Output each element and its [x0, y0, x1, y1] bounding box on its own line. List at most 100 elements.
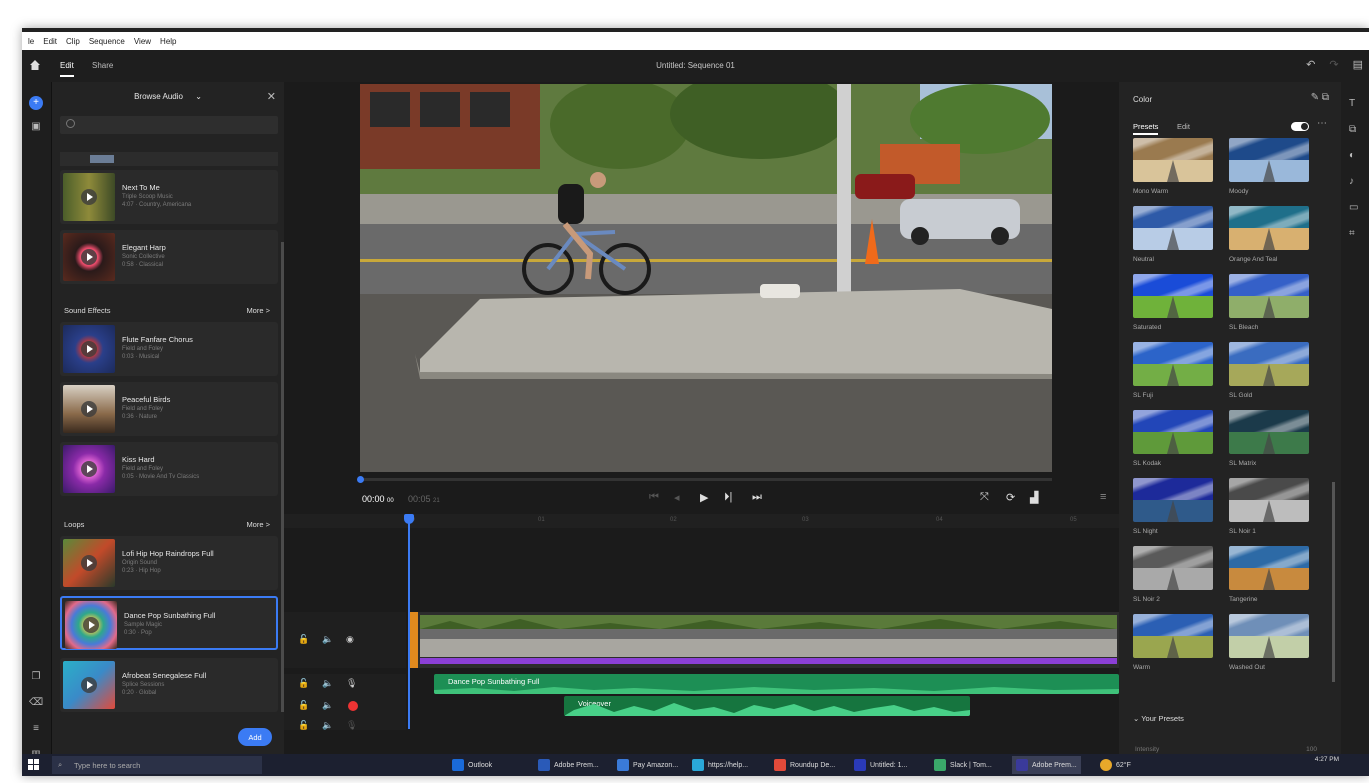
- media-library-icon[interactable]: ▣: [29, 120, 43, 134]
- taskbar-app[interactable]: https://help...: [692, 758, 748, 772]
- step-back-icon[interactable]: ◂: [674, 491, 680, 504]
- list-item[interactable]: Afrobeat Senegalese Full Splice Sessions…: [60, 658, 278, 712]
- play-icon[interactable]: [83, 617, 99, 633]
- play-icon[interactable]: [81, 249, 97, 265]
- menu-sequence[interactable]: Sequence: [89, 37, 125, 46]
- weather-widget[interactable]: 62°F: [1100, 758, 1131, 772]
- preset-thumbnail[interactable]: Washed Out: [1229, 614, 1309, 671]
- preset-thumbnail[interactable]: Tangerine: [1229, 546, 1309, 603]
- speaker-icon[interactable]: 🔈: [322, 678, 333, 689]
- jump-to-end-icon[interactable]: ⏭: [752, 491, 762, 504]
- menu-file[interactable]: le: [28, 37, 34, 46]
- taskbar-app[interactable]: Adobe Prem...: [1012, 756, 1081, 774]
- more-options-icon[interactable]: ⋯: [1317, 118, 1327, 129]
- fit-to-screen-icon[interactable]: ⤧: [980, 491, 989, 504]
- search-box[interactable]: [60, 116, 278, 134]
- panel-scrollbar[interactable]: [1332, 482, 1335, 682]
- playback-quality-icon[interactable]: ▟: [1030, 491, 1038, 504]
- list-item[interactable]: Peaceful Birds Field and Foley 0:36 · Nat…: [60, 382, 278, 436]
- tab-presets[interactable]: Presets: [1133, 122, 1159, 135]
- menu-view[interactable]: View: [134, 37, 151, 46]
- trash-icon[interactable]: ⌫: [29, 696, 43, 710]
- play-icon[interactable]: ▶: [700, 491, 708, 504]
- preset-thumbnail[interactable]: Neutral: [1133, 206, 1213, 263]
- lock-icon[interactable]: 🔓: [298, 700, 309, 711]
- taskbar-app[interactable]: Adobe Prem...: [538, 758, 599, 772]
- scrubber-handle[interactable]: [357, 476, 364, 483]
- track-height-icon[interactable]: ≡: [29, 722, 43, 736]
- transform-icon[interactable]: ▭: [1349, 202, 1358, 213]
- play-icon[interactable]: [81, 461, 97, 477]
- speaker-icon[interactable]: 🔈: [322, 700, 333, 711]
- lock-icon[interactable]: 🔓: [298, 634, 309, 645]
- layers-icon[interactable]: ❐: [29, 670, 43, 684]
- list-item[interactable]: Next To Me Triple Scoop Music 4:07 · Coun…: [60, 170, 278, 224]
- taskbar-app[interactable]: Untitled: 1...: [854, 758, 907, 772]
- playback-scrubber[interactable]: [357, 476, 1052, 483]
- lock-icon[interactable]: 🔓: [298, 678, 309, 689]
- speaker-icon[interactable]: 🔈: [322, 634, 333, 645]
- tab-edit[interactable]: Edit: [60, 61, 74, 77]
- color-icon[interactable]: ◐: [1349, 150, 1355, 161]
- play-icon[interactable]: [81, 401, 97, 417]
- program-monitor[interactable]: [360, 84, 1052, 472]
- preset-thumbnail[interactable]: SL Fuji: [1133, 342, 1213, 399]
- preset-thumbnail[interactable]: Warm: [1133, 614, 1213, 671]
- video-clip[interactable]: [408, 612, 1119, 668]
- taskbar-app[interactable]: Pay Amazon...: [617, 758, 678, 772]
- taskbar-clock[interactable]: 4:27 PM: [1315, 756, 1339, 764]
- taskbar-app[interactable]: Outlook: [452, 758, 492, 772]
- crop-icon[interactable]: ⌗: [1349, 228, 1355, 239]
- audio-clip-music[interactable]: Dance Pop Sunbathing Full: [434, 674, 1119, 694]
- jump-to-start-icon[interactable]: ⏮: [649, 491, 659, 504]
- step-forward-icon[interactable]: ⏵|: [724, 491, 732, 504]
- color-toggle[interactable]: [1291, 122, 1309, 131]
- eyedropper-icon[interactable]: ✎ ⧉: [1311, 92, 1329, 103]
- audio-clip-voiceover[interactable]: Voiceover: [564, 696, 970, 716]
- list-item[interactable]: Kiss Hard Field and Foley 0:05 · Movie An…: [60, 442, 278, 496]
- lock-icon[interactable]: 🔓: [298, 720, 309, 731]
- preset-thumbnail[interactable]: SL Kodak: [1133, 410, 1213, 467]
- preset-thumbnail[interactable]: SL Bleach: [1229, 274, 1309, 331]
- text-icon[interactable]: T: [1349, 98, 1355, 109]
- search-input[interactable]: [80, 116, 270, 134]
- more-loops-link[interactable]: More >: [246, 520, 270, 529]
- redo-icon[interactable]: ↷: [1329, 58, 1338, 71]
- mic-icon[interactable]: 🎙: [346, 678, 357, 689]
- windows-start-icon[interactable]: [28, 759, 40, 771]
- list-item[interactable]: Flute Fanfare Chorus Field and Foley 0:03…: [60, 322, 278, 376]
- loop-icon[interactable]: ⟳: [1006, 491, 1015, 504]
- undo-icon[interactable]: ↶: [1306, 58, 1315, 71]
- comment-icon[interactable]: ▤: [1353, 58, 1363, 71]
- list-item-selected[interactable]: Dance Pop Sunbathing Full Sample Magic 0:…: [60, 596, 278, 650]
- taskbar-app[interactable]: Roundup De...: [774, 758, 835, 772]
- preset-thumbnail[interactable]: SL Noir 1: [1229, 478, 1309, 535]
- eye-icon[interactable]: ◉: [346, 634, 354, 645]
- tab-share[interactable]: Share: [92, 61, 113, 70]
- add-media-icon[interactable]: +: [29, 96, 43, 110]
- transitions-icon[interactable]: ⧉: [1349, 124, 1356, 135]
- taskbar-search[interactable]: ⌕ Type here to search: [52, 756, 262, 774]
- play-icon[interactable]: [81, 341, 97, 357]
- preset-thumbnail[interactable]: Mono Warm: [1133, 138, 1213, 195]
- preset-thumbnail[interactable]: Saturated: [1133, 274, 1213, 331]
- panel-title[interactable]: Browse Audio: [134, 92, 183, 101]
- record-icon[interactable]: [348, 701, 358, 711]
- speaker-icon[interactable]: 🔈: [322, 720, 333, 731]
- more-sound-effects-link[interactable]: More >: [246, 306, 270, 315]
- preset-thumbnail[interactable]: SL Night: [1133, 478, 1213, 535]
- add-button[interactable]: Add: [238, 728, 272, 746]
- preset-thumbnail[interactable]: Orange And Teal: [1229, 206, 1309, 263]
- menu-clip[interactable]: Clip: [66, 37, 80, 46]
- tab-edit[interactable]: Edit: [1177, 122, 1190, 131]
- preset-thumbnail[interactable]: Moody: [1229, 138, 1309, 195]
- menu-edit[interactable]: Edit: [43, 37, 57, 46]
- timeline-menu-icon[interactable]: ≡: [1100, 491, 1106, 503]
- mic-icon[interactable]: 🎙: [346, 720, 357, 731]
- list-item[interactable]: Elegant Harp Sonic Collective 0:58 · Clas…: [60, 230, 278, 284]
- play-icon[interactable]: [81, 677, 97, 693]
- preset-thumbnail[interactable]: SL Matrix: [1229, 410, 1309, 467]
- taskbar-app[interactable]: Slack | Tom...: [934, 758, 992, 772]
- preset-thumbnail[interactable]: SL Noir 2: [1133, 546, 1213, 603]
- preset-thumbnail[interactable]: SL Gold: [1229, 342, 1309, 399]
